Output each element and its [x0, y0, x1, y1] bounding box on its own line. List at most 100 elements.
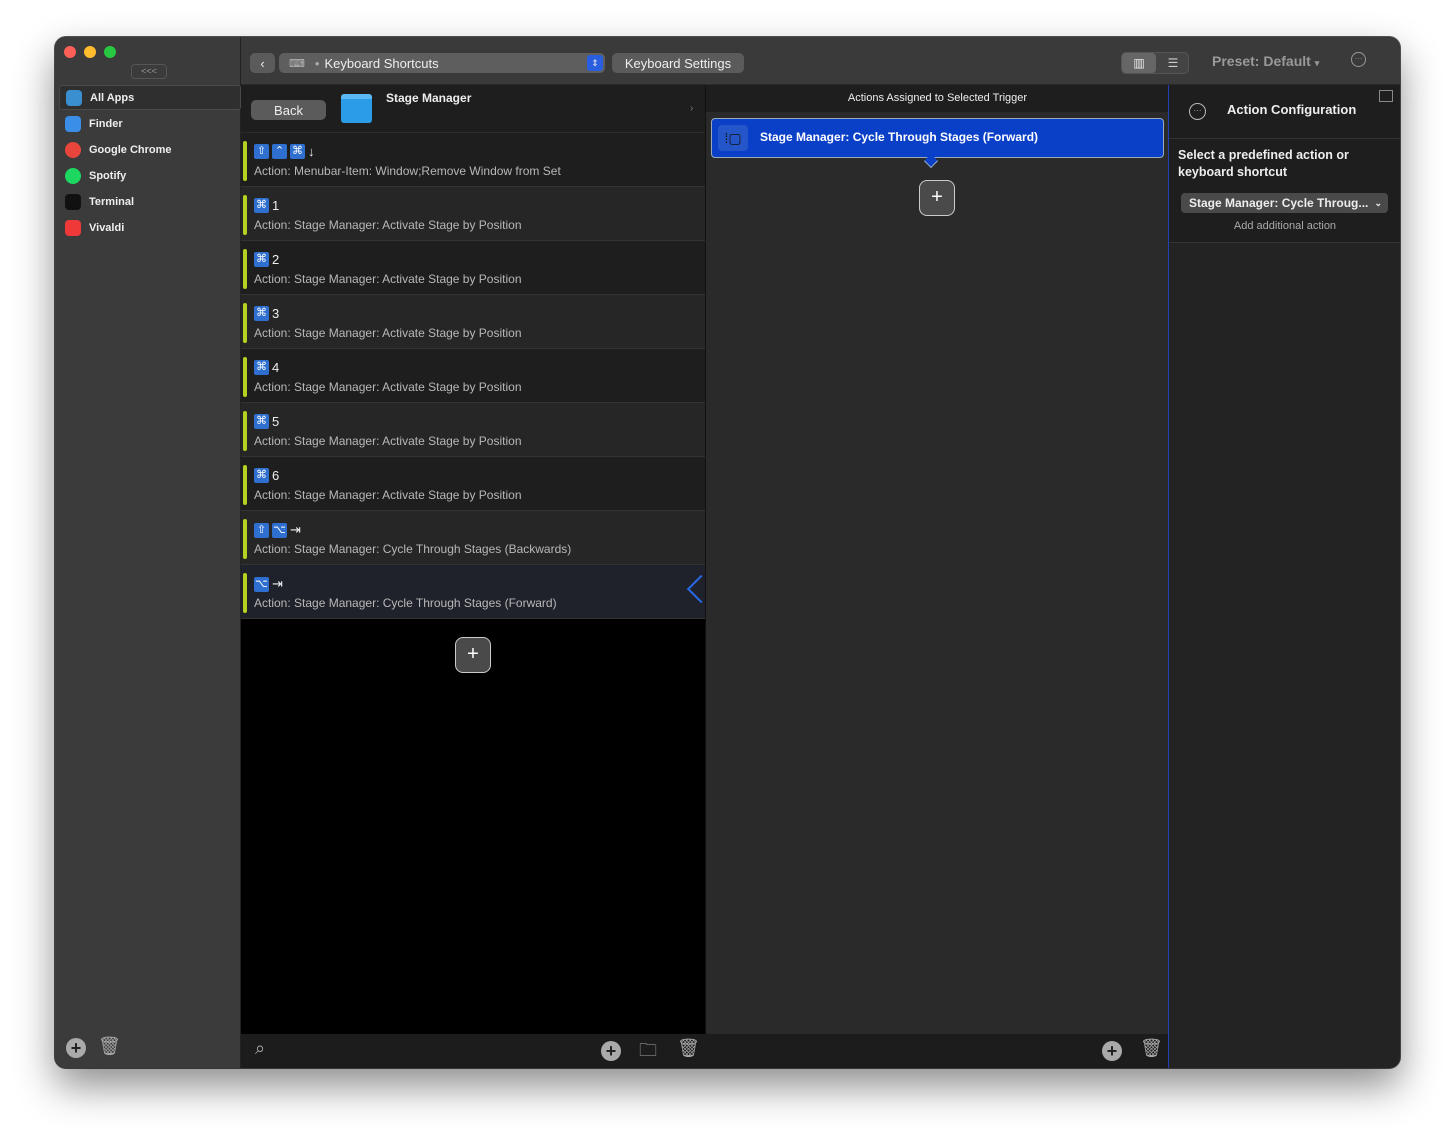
- key-label: ↓: [308, 144, 315, 159]
- modifier-key-icon: ⌘: [254, 198, 269, 213]
- key-label: 1: [272, 198, 280, 213]
- modifier-key-icon: ⌘: [254, 252, 269, 267]
- key-label: 6: [272, 468, 280, 483]
- app-icon: [65, 167, 81, 184]
- chevron-right-icon: ›: [690, 103, 694, 114]
- modifier-key-icon: ⌘: [290, 144, 305, 159]
- trigger-action-label: Action: Stage Manager: Activate Stage by…: [254, 488, 522, 502]
- enabled-indicator: [243, 357, 247, 397]
- add-trigger-button[interactable]: +: [455, 637, 491, 673]
- panel-toggle-icon[interactable]: [1379, 90, 1393, 102]
- more-options-icon[interactable]: ···: [1189, 103, 1206, 120]
- trigger-list-header: Back Stage Manager ›: [241, 85, 705, 133]
- shortcut-keys: ⌘ 2: [254, 252, 279, 267]
- trigger-action-label: Action: Stage Manager: Activate Stage by…: [254, 326, 522, 340]
- app-label: Finder: [89, 117, 123, 130]
- enabled-indicator: [243, 519, 247, 559]
- app-icon: [65, 193, 81, 210]
- trigger-row[interactable]: ⇧ ⌥ ⇥ Action: Stage Manager: Cycle Through …: [241, 511, 705, 565]
- zoom-button[interactable]: [104, 46, 116, 58]
- new-folder-icon[interactable]: 🗀: [639, 1038, 657, 1068]
- enabled-indicator: [243, 195, 247, 235]
- trigger-action-label: Action: Stage Manager: Activate Stage by…: [254, 380, 522, 394]
- trash-icon[interactable]: 🗑: [1140, 1038, 1163, 1059]
- sidebar-item-terminal[interactable]: Terminal: [59, 189, 241, 214]
- shortcut-keys: ⇧ ⌃ ⌘ ↓: [254, 144, 315, 159]
- app-label: Terminal: [89, 195, 135, 208]
- action-label: Stage Manager: Cycle Through Stages (For…: [760, 130, 1039, 144]
- enabled-indicator: [243, 141, 247, 181]
- trigger-action-label: Action: Stage Manager: Cycle Through Sta…: [254, 542, 572, 556]
- add-additional-action-link[interactable]: Add additional action: [1169, 220, 1400, 232]
- shortcut-keys: ⌥ ⇥: [254, 576, 283, 592]
- trigger-type-label: Keyboard Shortcuts: [324, 55, 439, 71]
- sidebar-item-spotify[interactable]: Spotify: [59, 163, 241, 188]
- add-action-icon[interactable]: +: [1102, 1041, 1122, 1061]
- app-label: Vivaldi: [89, 221, 125, 234]
- add-trigger-icon[interactable]: +: [601, 1041, 621, 1061]
- app-icon: [65, 141, 81, 158]
- more-options-icon[interactable]: ···: [1351, 52, 1366, 67]
- key-label: 3: [272, 306, 280, 321]
- enabled-indicator: [243, 303, 247, 343]
- trigger-action-label: Action: Stage Manager: Activate Stage by…: [254, 272, 522, 286]
- collapse-sidebar-button[interactable]: <<<: [131, 64, 167, 79]
- stage-manager-icon: ⁞▢: [718, 125, 748, 151]
- actions-header: Actions Assigned to Selected Trigger: [706, 85, 1169, 112]
- back-chevron-button[interactable]: ‹: [250, 53, 275, 73]
- key-label: ⇥: [272, 576, 283, 591]
- enabled-indicator: [243, 249, 247, 289]
- trigger-row[interactable]: ⌘ 5 Action: Stage Manager: Activate Stage …: [241, 403, 705, 457]
- app-icon: [65, 219, 81, 236]
- trigger-row[interactable]: ⌥ ⇥ Action: Stage Manager: Cycle Through S…: [241, 565, 716, 619]
- column-view-icon[interactable]: ▥: [1122, 53, 1156, 73]
- back-button[interactable]: Back: [251, 100, 326, 120]
- minimize-button[interactable]: [84, 46, 96, 58]
- search-icon[interactable]: ⌕: [255, 1038, 265, 1059]
- modifier-key-icon: ⌥: [272, 522, 287, 538]
- sidebar-item-finder[interactable]: Finder: [59, 111, 241, 136]
- key-label: 2: [272, 252, 280, 267]
- app-label: Google Chrome: [89, 143, 172, 156]
- keyboard-settings-button[interactable]: Keyboard Settings: [612, 53, 744, 73]
- enabled-indicator: [243, 465, 247, 505]
- add-app-icon[interactable]: +: [66, 1038, 86, 1058]
- trigger-row[interactable]: ⌘ 3 Action: Stage Manager: Activate Stage …: [241, 295, 705, 349]
- shortcut-keys: ⌘ 6: [254, 468, 279, 483]
- trash-icon[interactable]: 🗑: [98, 1036, 121, 1057]
- add-action-button[interactable]: +: [919, 180, 955, 216]
- modifier-key-icon: ⇧: [254, 144, 269, 159]
- app-icon: [65, 115, 81, 132]
- trash-icon[interactable]: 🗑: [677, 1038, 700, 1059]
- config-title: Action Configuration: [1227, 102, 1357, 117]
- sidebar-item-google-chrome[interactable]: Google Chrome: [59, 137, 241, 162]
- close-button[interactable]: [64, 46, 76, 58]
- modifier-key-icon: ⌘: [254, 360, 269, 375]
- preset-dropdown[interactable]: Preset: Default ▾: [1212, 53, 1319, 69]
- trigger-row[interactable]: ⌘ 1 Action: Stage Manager: Activate Stage …: [241, 187, 705, 241]
- shortcut-keys: ⌘ 3: [254, 306, 279, 321]
- enabled-indicator: [243, 573, 247, 613]
- trigger-row[interactable]: ⌘ 6 Action: Stage Manager: Activate Stage …: [241, 457, 705, 511]
- sidebar-item-all-apps[interactable]: All Apps: [59, 85, 241, 110]
- config-body: Select a predefined action or keyboard s…: [1169, 139, 1400, 243]
- config-prompt: Select a predefined action or keyboard s…: [1178, 148, 1349, 179]
- sidebar-item-vivaldi[interactable]: Vivaldi: [59, 215, 241, 240]
- updown-chevron-icon: ⇕: [587, 55, 603, 71]
- action-select[interactable]: Stage Manager: Cycle Throug... ⌄: [1181, 193, 1388, 213]
- trigger-row[interactable]: ⇧ ⌃ ⌘ ↓ Action: Menubar-Item: Window;Remove …: [241, 133, 705, 187]
- enabled-indicator: [243, 411, 247, 451]
- folder-icon: [341, 94, 372, 123]
- app-label: Spotify: [89, 169, 127, 182]
- trigger-bottom-bar: ⌕ + 🗀 🗑: [241, 1034, 705, 1068]
- trigger-row[interactable]: ⌘ 4 Action: Stage Manager: Activate Stage …: [241, 349, 705, 403]
- action-item[interactable]: ⁞▢ Stage Manager: Cycle Through Stages (…: [711, 118, 1164, 169]
- app-label: All Apps: [90, 91, 135, 104]
- trigger-list-panel: Back Stage Manager › ⇧ ⌃ ⌘ ↓ Action: Menubar…: [241, 85, 716, 1034]
- trigger-action-label: Action: Stage Manager: Activate Stage by…: [254, 434, 522, 448]
- trigger-row[interactable]: ⌘ 2 Action: Stage Manager: Activate Stage …: [241, 241, 705, 295]
- trigger-type-select[interactable]: ⌨ • Keyboard Shortcuts ⇕: [279, 53, 605, 73]
- list-view-icon[interactable]: ☰: [1158, 53, 1188, 73]
- view-toggle[interactable]: ▥ ☰: [1121, 52, 1189, 74]
- key-label: 4: [272, 360, 280, 375]
